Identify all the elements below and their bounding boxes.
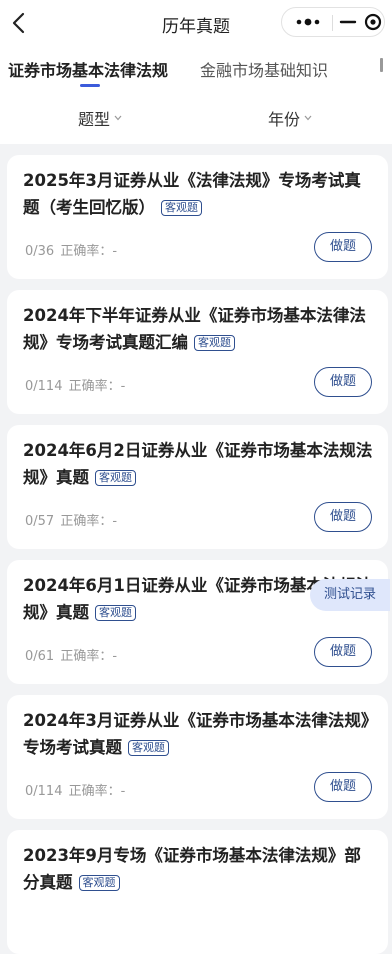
paper-card[interactable]: 2024年6月2日证券从业《证券市场基本法规法规》真题 客观题 0/57 正确率：… (7, 425, 388, 549)
progress-count: 0/114 (25, 784, 63, 799)
test-record-button[interactable]: 测试记录 (310, 579, 390, 611)
nav-bar: 历年真题 (0, 0, 392, 46)
paper-meta: 0/36 正确率：- (25, 240, 119, 259)
accuracy-label: 正确率：- (60, 244, 118, 259)
accuracy-label: 正确率：- (60, 649, 118, 664)
paper-card[interactable]: 2023年9月专场《证券市场基本法律法规》部分真题 客观题 (7, 830, 388, 954)
paper-title: 2025年3月证券从业《法律法规》专场考试真题（考生回忆版） 客观题 (23, 171, 361, 217)
capsule-divider (332, 15, 333, 31)
active-tab-indicator (80, 84, 100, 87)
paper-title: 2024年6月2日证券从业《证券市场基本法规法规》真题 客观题 (23, 441, 373, 487)
objective-tag: 客观题 (78, 875, 120, 891)
mini-program-capsule (281, 7, 385, 37)
paper-card[interactable]: 2024年下半年证券从业《证券市场基本法律法规》专场考试真题汇编 客观题 0/11… (7, 290, 388, 414)
question-type-label: 题型 (78, 110, 111, 129)
start-practice-button[interactable]: 做题 (314, 232, 372, 262)
objective-tag: 客观题 (128, 740, 169, 756)
progress-count: 0/36 (25, 244, 55, 259)
more-dots-icon[interactable] (292, 8, 324, 36)
chevron-down-icon (304, 115, 312, 121)
filter-bar: 题型 年份 (0, 94, 392, 144)
accuracy-label: 正确率：- (68, 379, 126, 394)
objective-tag: 客观题 (95, 605, 136, 621)
progress-count: 0/61 (25, 649, 55, 664)
question-type-filter[interactable]: 题型 (78, 106, 123, 130)
paper-title: 2024年3月证券从业《证券市场基本法律法规》专场考试真题 客观题 (23, 711, 370, 757)
close-target-icon[interactable] (362, 8, 384, 36)
objective-tag: 客观题 (161, 200, 202, 216)
paper-title: 2024年下半年证券从业《证券市场基本法律法规》专场考试真题汇编 客观题 (23, 306, 366, 352)
tab-securities-law[interactable]: 证券市场基本法律法规 (8, 57, 168, 81)
start-practice-button[interactable]: 做题 (314, 502, 372, 532)
year-filter[interactable]: 年份 (268, 106, 313, 130)
subject-tabs: 证券市场基本法律法规 金融市场基础知识 (0, 46, 392, 94)
paper-card[interactable]: 2024年3月证券从业《证券市场基本法律法规》专场考试真题 客观题 0/114 正… (7, 695, 388, 819)
paper-title: 2023年9月专场《证券市场基本法律法规》部分真题 客观题 (23, 846, 361, 892)
tab-financial-basics[interactable]: 金融市场基础知识 (200, 57, 328, 81)
start-practice-button[interactable]: 做题 (314, 637, 372, 667)
tab-overflow-indicator (380, 58, 383, 72)
paper-meta: 0/114 正确率：- (25, 780, 127, 799)
accuracy-label: 正确率：- (68, 784, 126, 799)
chevron-down-icon (114, 115, 122, 121)
objective-tag: 客观题 (95, 470, 136, 486)
objective-tag: 客观题 (194, 335, 235, 351)
accuracy-label: 正确率：- (60, 514, 118, 529)
year-label: 年份 (268, 110, 301, 129)
paper-meta: 0/57 正确率：- (25, 510, 119, 529)
paper-card[interactable]: 2025年3月证券从业《法律法规》专场考试真题（考生回忆版） 客观题 0/36 正… (7, 155, 388, 279)
progress-count: 0/57 (25, 514, 55, 529)
paper-meta: 0/114 正确率：- (25, 375, 127, 394)
progress-count: 0/114 (25, 379, 63, 394)
paper-meta: 0/61 正确率：- (25, 645, 119, 664)
start-practice-button[interactable]: 做题 (314, 367, 372, 397)
minimize-icon[interactable] (338, 8, 358, 36)
start-practice-button[interactable]: 做题 (314, 772, 372, 802)
